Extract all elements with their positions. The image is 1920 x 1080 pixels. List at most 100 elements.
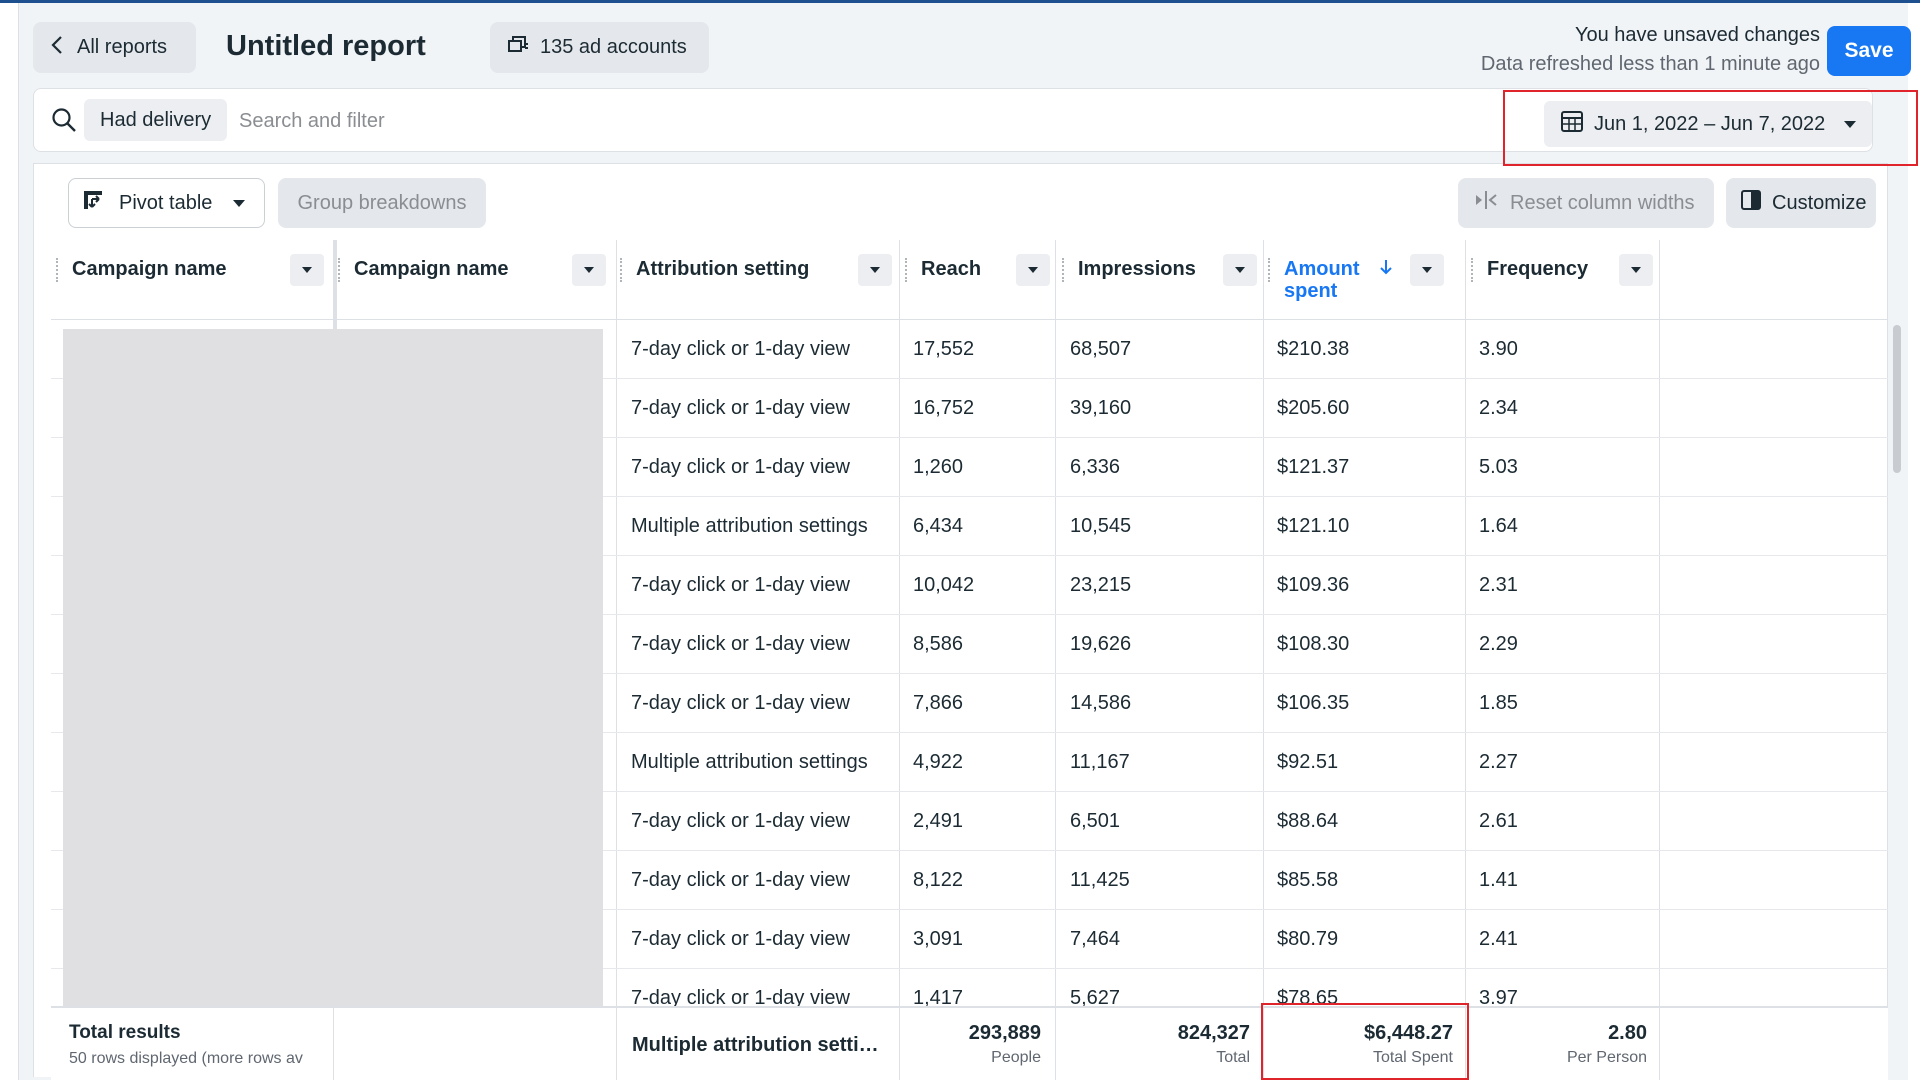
cell-impressions: 10,545 <box>1070 514 1132 537</box>
column-header-impressions[interactable]: Impressions <box>1062 240 1267 320</box>
ad-accounts-icon <box>508 35 530 61</box>
caret-down-icon <box>232 192 246 215</box>
cell-reach: 8,586 <box>913 632 964 655</box>
all-reports-label: All reports <box>77 36 168 58</box>
cell-attribution: 7-day click or 1-day view <box>631 809 850 832</box>
cell-reach: 8,122 <box>913 868 964 891</box>
column-header-frequency[interactable]: Frequency <box>1471 240 1663 320</box>
cell-frequency: 2.27 <box>1479 750 1518 773</box>
cell-amount-spent: $80.79 <box>1277 927 1339 950</box>
cell-amount-spent: $121.10 <box>1277 514 1350 537</box>
cell-attribution: 7-day click or 1-day view <box>631 691 850 714</box>
column-header-label: Attribution setting <box>636 258 810 280</box>
cell-attribution: 7-day click or 1-day view <box>631 632 850 655</box>
column-menu-button[interactable] <box>290 254 324 286</box>
column-header-label: Campaign name <box>72 258 227 280</box>
cell-frequency: 2.34 <box>1479 396 1518 419</box>
resize-columns-icon <box>1474 189 1498 217</box>
save-button[interactable]: Save <box>1827 26 1911 76</box>
column-drag-handle[interactable] <box>1471 258 1475 282</box>
search-input[interactable] <box>239 101 939 141</box>
cell-reach: 2,491 <box>913 809 964 832</box>
cell-attribution: 7-day click or 1-day view <box>631 455 850 478</box>
cell-amount-spent: $85.58 <box>1277 868 1339 891</box>
total-frequency-value: 2.80 <box>1608 1022 1647 1044</box>
pivot-table-label: Pivot table <box>119 191 213 214</box>
column-menu-button[interactable] <box>858 254 892 286</box>
pivot-table-dropdown[interactable]: Pivot table <box>68 178 265 228</box>
cell-attribution: 7-day click or 1-day view <box>631 573 850 596</box>
total-impressions: 824,327 Total <box>1057 1022 1250 1067</box>
ad-accounts-button[interactable]: 135 ad accounts <box>490 22 709 73</box>
reset-column-widths-button[interactable]: Reset column widths <box>1458 178 1714 228</box>
cell-amount-spent: $109.36 <box>1277 573 1350 596</box>
report-title[interactable]: Untitled report <box>226 30 426 63</box>
total-impressions-value: 824,327 <box>1177 1022 1250 1044</box>
cell-frequency: 1.85 <box>1479 691 1518 714</box>
cell-impressions: 19,626 <box>1070 632 1132 655</box>
columns-panel-icon <box>1740 189 1762 217</box>
column-divider <box>1055 1008 1056 1080</box>
search-icon[interactable] <box>51 107 77 138</box>
column-header-label: Amount spent <box>1284 258 1360 302</box>
cell-frequency: 2.41 <box>1479 927 1518 950</box>
total-reach-unit: People <box>991 1049 1041 1066</box>
column-divider <box>899 1008 900 1080</box>
cell-impressions: 6,336 <box>1070 455 1121 478</box>
cell-amount-spent: $121.37 <box>1277 455 1350 478</box>
column-drag-handle[interactable] <box>905 258 909 282</box>
cell-frequency: 2.29 <box>1479 632 1518 655</box>
column-drag-handle[interactable] <box>56 258 60 282</box>
column-menu-button[interactable] <box>1016 254 1050 286</box>
total-reach: 293,889 People <box>901 1022 1041 1067</box>
cell-attribution: Multiple attribution settings <box>631 750 868 773</box>
all-reports-button[interactable]: All reports <box>33 22 196 73</box>
cell-reach: 6,434 <box>913 514 964 537</box>
cell-amount-spent: $106.35 <box>1277 691 1350 714</box>
chevron-left-icon <box>51 35 63 61</box>
column-menu-button[interactable] <box>1223 254 1257 286</box>
cell-impressions: 68,507 <box>1070 337 1132 360</box>
cell-frequency: 5.03 <box>1479 455 1518 478</box>
had-delivery-filter-chip[interactable]: Had delivery <box>84 99 228 141</box>
unsaved-status: You have unsaved changes Data refreshed … <box>1481 24 1820 76</box>
vertical-scrollbar[interactable] <box>1893 325 1901 473</box>
cell-amount-spent: $210.38 <box>1277 337 1350 360</box>
column-menu-button[interactable] <box>572 254 606 286</box>
cell-frequency: 1.64 <box>1479 514 1518 537</box>
total-frequency: 2.80 Per Person <box>1467 1022 1647 1067</box>
date-range-highlight-box <box>1503 90 1918 166</box>
unsaved-changes-text: You have unsaved changes <box>1574 24 1820 46</box>
total-spent-highlight-box <box>1261 1003 1469 1080</box>
total-attribution: Multiple attribution settin... <box>632 1034 882 1056</box>
total-impressions-unit: Total <box>1216 1049 1250 1066</box>
column-divider <box>616 1008 617 1080</box>
column-header-label: Impressions <box>1078 258 1196 280</box>
customize-button[interactable]: Customize <box>1726 178 1876 228</box>
column-header-campaign-name-1[interactable]: Campaign name <box>56 240 334 320</box>
reset-column-widths-label: Reset column widths <box>1510 191 1695 214</box>
cell-attribution: 7-day click or 1-day view <box>631 337 850 360</box>
column-header-amount-spent[interactable]: Amount spent <box>1268 240 1470 320</box>
cell-reach: 7,866 <box>913 691 964 714</box>
cell-frequency: 3.90 <box>1479 337 1518 360</box>
cell-impressions: 14,586 <box>1070 691 1132 714</box>
column-header-reach[interactable]: Reach <box>905 240 1060 320</box>
cell-reach: 17,552 <box>913 337 975 360</box>
column-drag-handle[interactable] <box>1062 258 1066 282</box>
cell-impressions: 7,464 <box>1070 927 1121 950</box>
group-breakdowns-button[interactable]: Group breakdowns <box>278 178 486 228</box>
column-header-label: Reach <box>921 258 982 280</box>
column-drag-handle[interactable] <box>620 258 624 282</box>
column-menu-button[interactable] <box>1410 254 1444 286</box>
column-menu-button[interactable] <box>1619 254 1653 286</box>
cell-frequency: 1.41 <box>1479 868 1518 891</box>
refresh-status-text: Data refreshed less than 1 minute ago <box>1480 53 1820 75</box>
column-drag-handle[interactable] <box>1268 258 1272 282</box>
column-header-attribution-setting[interactable]: Attribution setting <box>620 240 902 320</box>
total-results-row: Total results 50 rows displayed (more ro… <box>51 1006 1888 1080</box>
sort-descending-icon[interactable] <box>1380 258 1392 281</box>
column-header-campaign-name-2[interactable]: Campaign name <box>338 240 616 320</box>
column-drag-handle[interactable] <box>338 258 342 282</box>
cell-reach: 4,922 <box>913 750 964 773</box>
